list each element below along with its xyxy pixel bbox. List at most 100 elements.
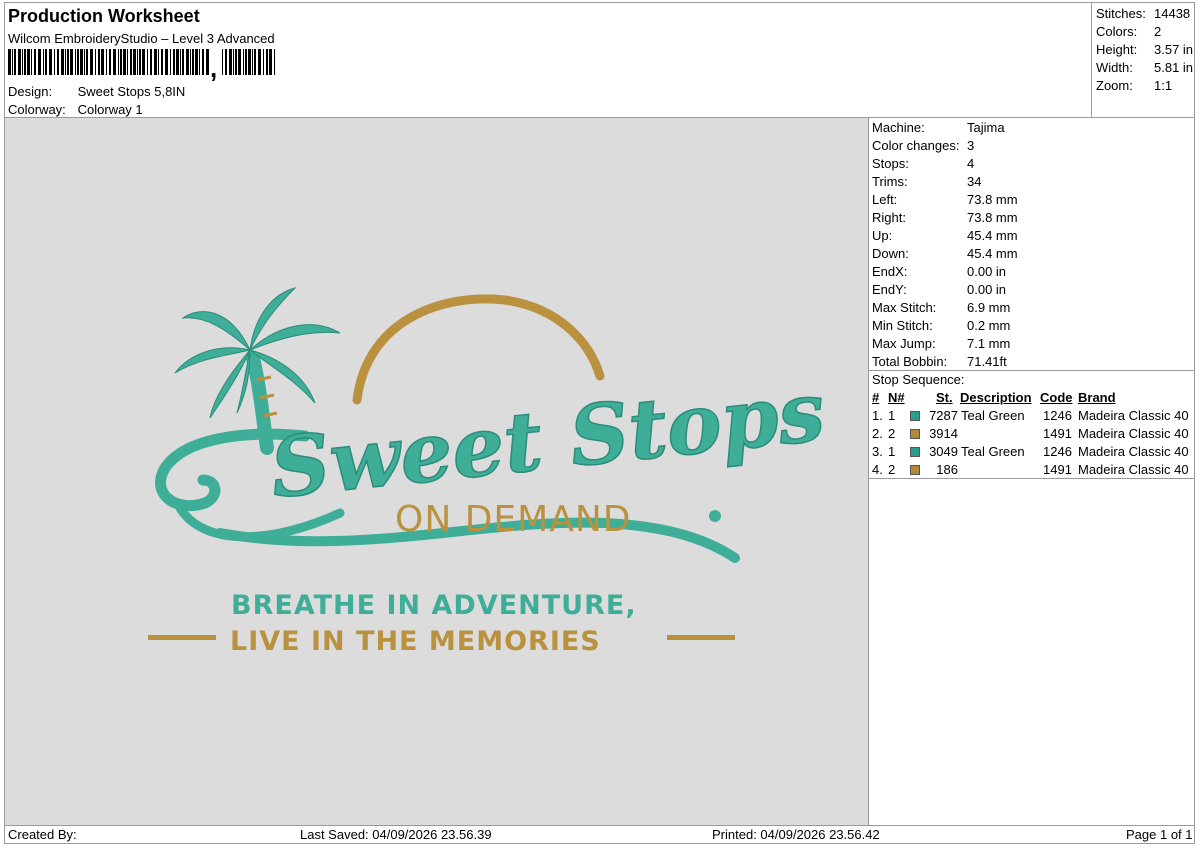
right-dash [667,635,735,640]
property-label: Max Stitch: [872,300,937,315]
sequence-row: 2. 2 3914 1491 Madeira Classic 40 [872,426,1194,444]
barcode-bar [120,49,122,75]
barcode-bar [269,49,272,75]
property-value: 73.8 mm [967,192,1018,207]
barcode-bar [186,49,189,75]
barcode-bar [90,49,93,75]
barcode-bar [45,49,47,75]
design-preview: Sweet Stops ON DEMAND BREATHE IN ADVENTU… [5,118,869,825]
property-value: 3 [967,138,975,153]
sequence-num: 2. [872,426,883,441]
barcode-bar [252,49,253,75]
property-row: EndY: 0.00 in [872,282,1006,297]
color-swatch [910,411,920,421]
property-row: Left: 73.8 mm [872,192,1018,207]
barcode-bar [34,49,36,75]
barcode-bar [225,49,227,75]
property-row: EndX: 0.00 in [872,264,1006,279]
barcode-bar [38,49,41,75]
barcode-bar [229,49,232,75]
barcode-bar [190,49,191,75]
barcode: , [8,49,275,81]
sequence-st: 186 [936,462,958,477]
color-swatch [910,447,920,457]
barcode-bar [192,49,194,75]
sequence-row: 1. 1 7287 Teal Green 1246 Madeira Classic 40 [872,408,1194,426]
property-value: 7.1 mm [967,336,1011,351]
barcode-bar [22,49,23,75]
barcode-bar [101,49,104,75]
barcode-bar [133,49,136,75]
barcode-bar [254,49,256,75]
barcode-bar [182,49,184,75]
col-code: Code [1040,390,1073,405]
property-label: Up: [872,228,893,243]
barcode-bar [202,49,204,75]
barcode-bar [235,49,237,75]
stat-colors: Colors: 2 [1096,24,1162,39]
property-row: Down: 45.4 mm [872,246,1018,261]
sequence-description: Teal Green [961,444,1025,459]
property-value: 0.00 in [967,282,1007,297]
barcode-bar [245,49,247,75]
property-row: Color changes: 3 [872,138,974,153]
property-value: Tajima [967,120,1005,135]
color-swatch [910,429,920,439]
barcode-bar [176,49,179,75]
barcode-bar [61,49,64,75]
barcode-bar [248,49,251,75]
barcode-bar [206,49,209,75]
property-label: Down: [872,246,909,261]
barcode-bar [195,49,198,75]
design-main-text: Sweet Stops [266,364,829,518]
barcode-bar [54,49,55,75]
sequence-divider [868,478,1195,479]
property-label: Stops: [872,156,909,171]
properties-divider [868,370,1195,371]
stat-height: Height: 3.57 in [1096,42,1194,57]
property-label: Trims: [872,174,908,189]
property-row: Up: 45.4 mm [872,228,1018,243]
barcode-bar [70,49,73,75]
barcode-bar [165,49,168,75]
sequence-st: 7287 [929,408,958,423]
last-saved: Last Saved: 04/09/2026 23.56.39 [300,827,492,842]
property-row: Min Stitch: 0.2 mm [872,318,1010,333]
property-label: Total Bobbin: [872,354,948,369]
barcode-bar [98,49,100,75]
barcode-bar [170,49,171,75]
barcode-bar [263,49,264,75]
property-value: 45.4 mm [967,228,1018,243]
property-value: 4 [967,156,975,171]
gold-dot [709,510,721,522]
sequence-n: 1 [888,408,896,423]
sequence-n: 2 [888,462,896,477]
stat-width: Width: 5.81 in [1096,60,1194,75]
created-by: Created By: [8,827,77,842]
sequence-row: 3. 1 3049 Teal Green 1246 Madeira Classic 40 [872,444,1194,462]
barcode-bar [161,49,163,75]
design-label: Design: [8,84,53,99]
barcode-bar [24,49,26,75]
col-num: # [872,390,880,405]
sequence-n: 1 [888,444,896,459]
colorway-row: Colorway: Colorway 1 [8,102,143,117]
barcode-bar [106,49,107,75]
sequence-num: 4. [872,462,883,477]
stat-zoom: Zoom: 1:1 [1096,78,1173,93]
property-label: EndY: [872,282,907,297]
barcode-bar [180,49,181,75]
barcode-bar [118,49,119,75]
property-row: Max Stitch: 6.9 mm [872,300,1010,315]
sequence-st: 3049 [929,444,958,459]
property-label: Left: [872,192,898,207]
property-value: 34 [967,174,982,189]
barcode-bar [95,49,96,75]
barcode-bar [139,49,141,75]
barcode-separator: , [210,53,217,81]
barcode-bar [109,49,111,75]
barcode-bar [127,49,128,75]
barcode-bar [18,49,21,75]
design-line-1: BREATHE IN ADVENTURE, [231,590,637,621]
stat-stitches: Stitches: 14438 [1096,6,1191,21]
